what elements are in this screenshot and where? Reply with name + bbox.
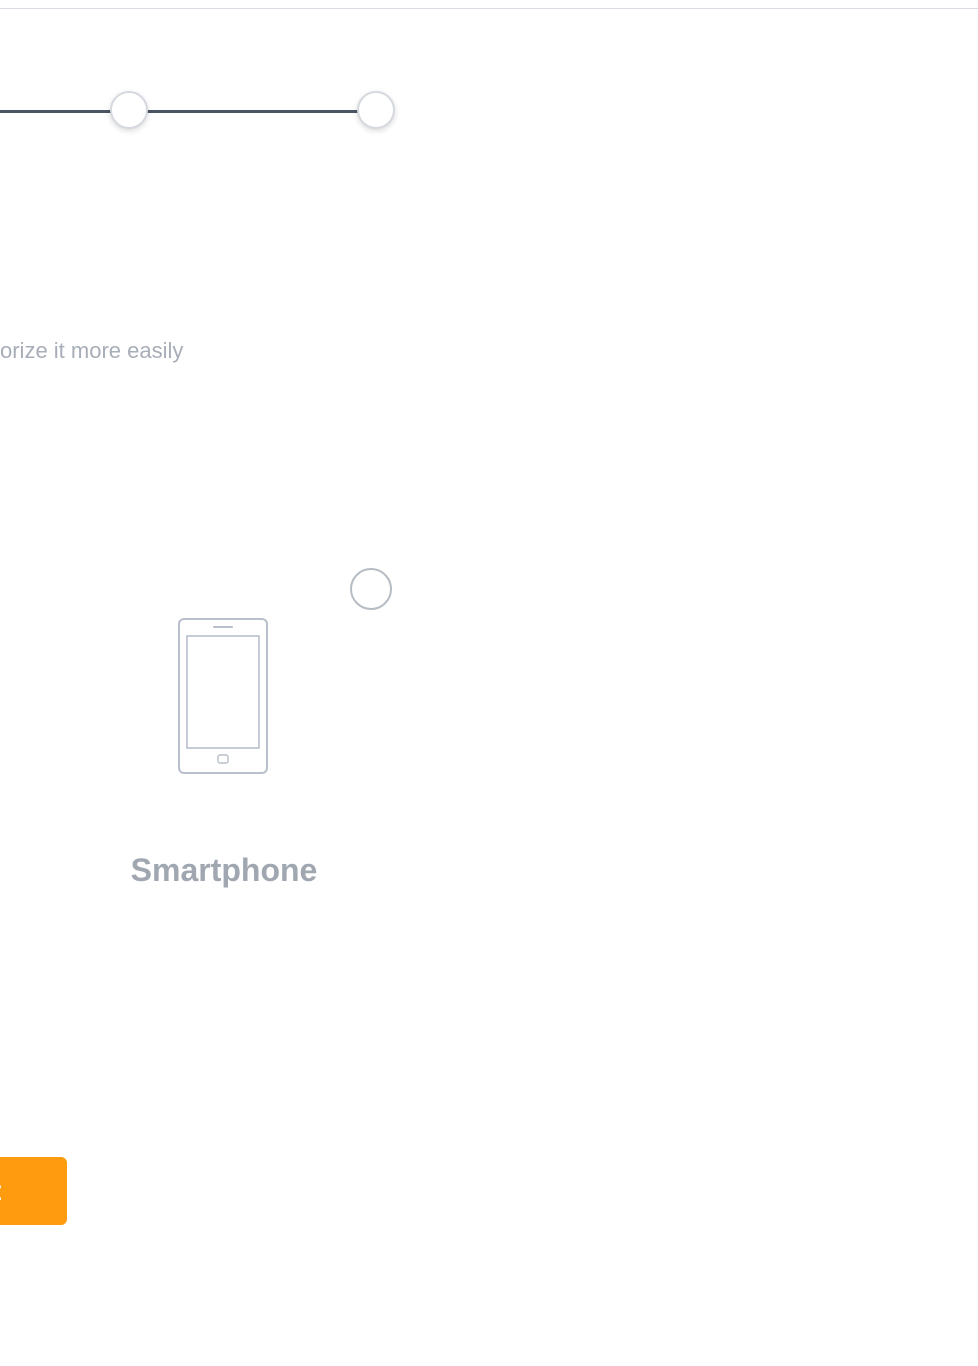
smartphone-label[interactable]: Smartphone (124, 852, 324, 889)
header-divider (0, 0, 978, 9)
stepper-connector (0, 110, 112, 113)
stepper-step-2[interactable] (110, 91, 148, 129)
page: orize it more easily Smartphone t (0, 0, 978, 1366)
form-subtitle: orize it more easily (0, 338, 184, 363)
stepper-step-3[interactable] (357, 91, 395, 129)
smartphone-radio[interactable] (350, 568, 392, 610)
stepper-connector (146, 110, 358, 113)
smartphone-icon[interactable] (176, 616, 270, 776)
next-button[interactable]: t (0, 1157, 67, 1225)
